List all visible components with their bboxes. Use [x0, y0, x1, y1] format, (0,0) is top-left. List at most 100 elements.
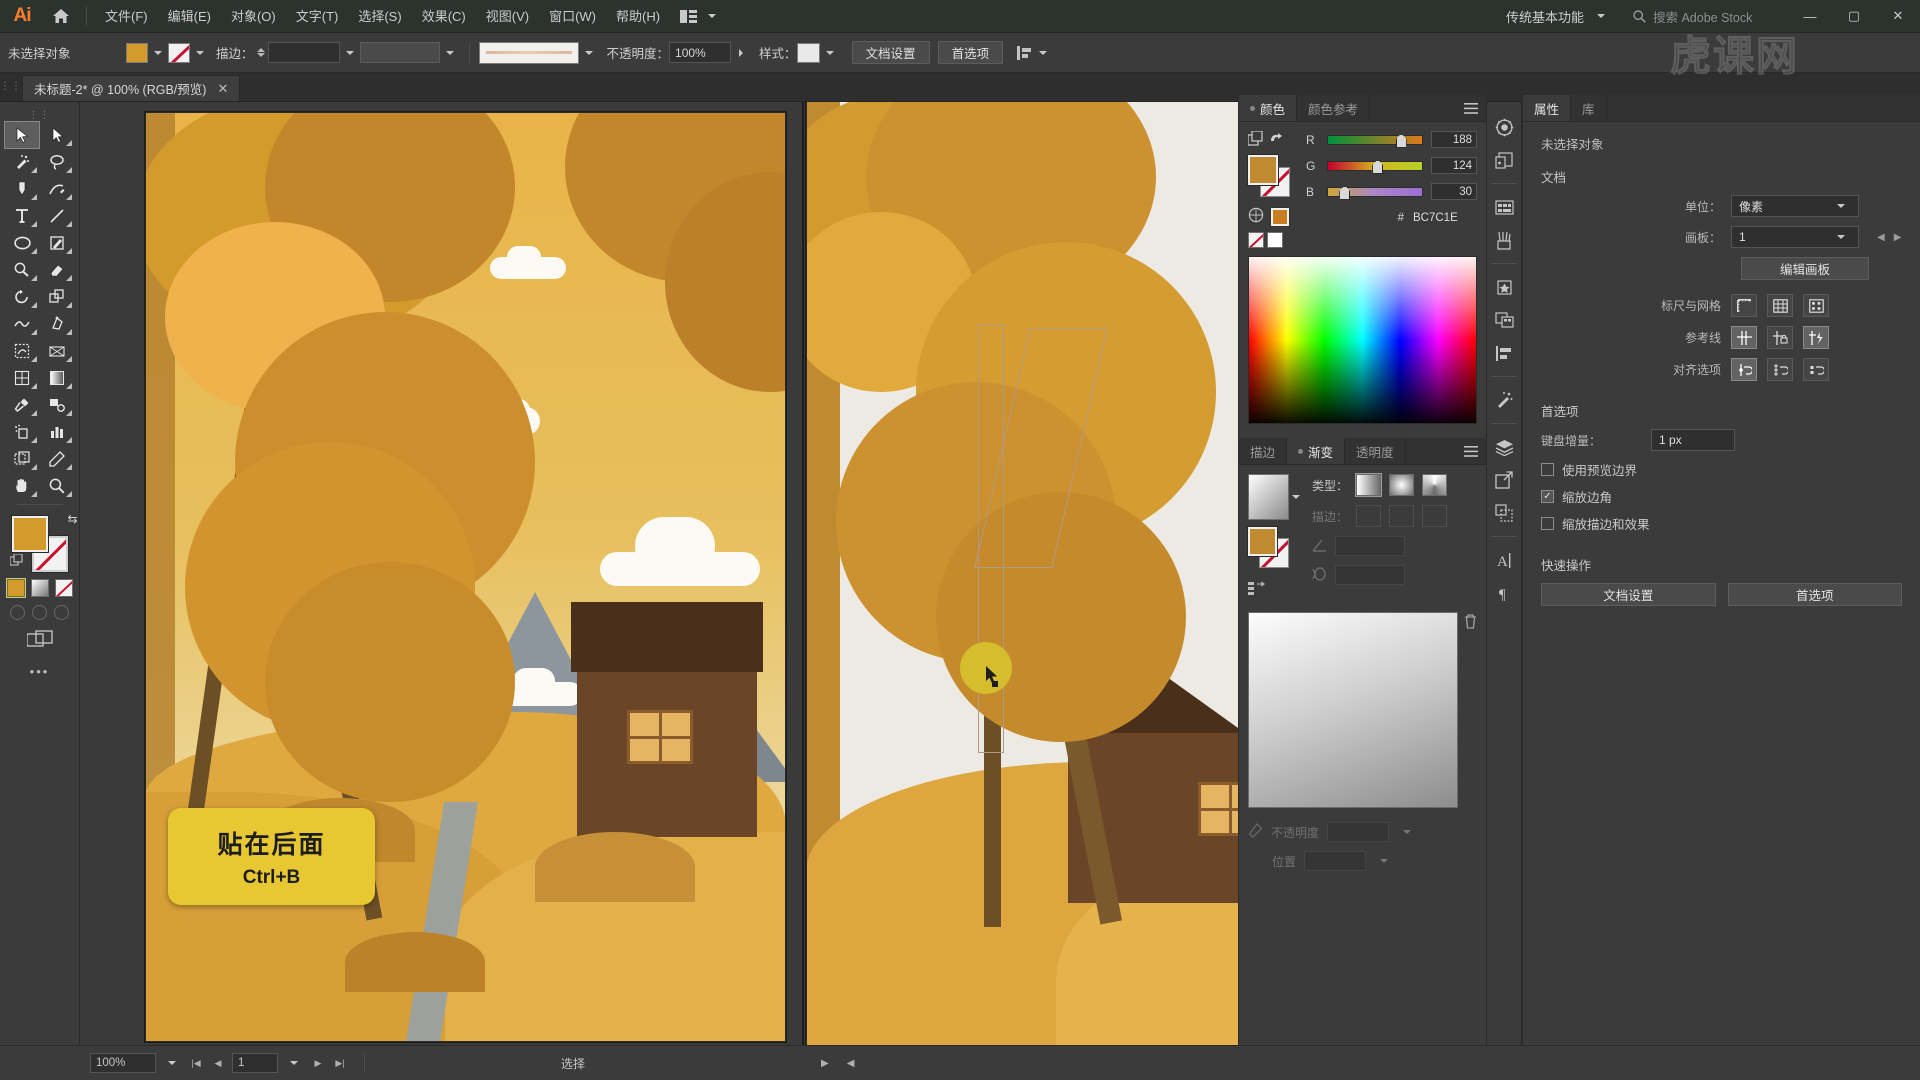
brushes-icon[interactable] — [1489, 225, 1519, 255]
tab-gradient[interactable]: 渐变 — [1287, 438, 1346, 464]
chevron-down-icon[interactable] — [1380, 859, 1389, 863]
page-number-input[interactable]: 1 — [232, 1053, 278, 1073]
ellipse-tool[interactable] — [5, 230, 39, 256]
current-color-preview[interactable] — [1270, 206, 1290, 227]
channel-g-knob[interactable] — [1372, 159, 1384, 174]
draw-normal-button[interactable] — [10, 605, 25, 620]
toolbar-more-icon[interactable]: ••• — [30, 664, 50, 679]
align-options-button[interactable] — [1017, 45, 1053, 60]
gradient-angle-input[interactable] — [1335, 536, 1405, 556]
shaper-tool[interactable] — [5, 257, 39, 283]
toolbar-grip[interactable]: ⋮⋮ — [29, 108, 51, 122]
selection-tool[interactable] — [4, 121, 40, 149]
stock-search-input[interactable]: 搜索 Adobe Stock — [1623, 4, 1788, 28]
color-panel-menu-icon[interactable] — [1456, 95, 1486, 121]
status-prev-icon[interactable]: ◀ — [847, 1058, 855, 1069]
pen-tool[interactable] — [5, 176, 39, 202]
opacity-input[interactable]: 100% — [669, 42, 732, 63]
paintbrush-tool[interactable] — [40, 230, 74, 256]
screen-mode-button[interactable] — [25, 630, 53, 652]
channel-b-knob[interactable] — [1339, 185, 1351, 200]
use-preview-bounds-checkbox[interactable] — [1541, 463, 1554, 476]
delete-stop-icon[interactable] — [1464, 614, 1477, 632]
swatch-none[interactable] — [1248, 232, 1264, 248]
zoom-tool[interactable] — [40, 473, 74, 499]
stroke-weight-input[interactable] — [267, 42, 340, 63]
swap-fill-stroke-icon[interactable]: ⇆ — [67, 512, 77, 526]
gradient-stroke-across-button[interactable] — [1422, 505, 1448, 527]
reverse-gradient-icon[interactable] — [1248, 581, 1300, 600]
fill-color-swatch[interactable] — [126, 42, 148, 63]
graphic-style-swatch[interactable] — [796, 42, 820, 63]
gradient-fill-swatch[interactable] — [1247, 526, 1278, 557]
tab-transparency[interactable]: 透明度 — [1345, 438, 1406, 464]
maximize-button[interactable]: ▢ — [1832, 0, 1876, 33]
snap-to-pixel-button[interactable] — [1803, 358, 1829, 381]
channel-r-value[interactable]: 188 — [1431, 131, 1477, 148]
workspace-switcher[interactable]: 传统基本功能 — [1494, 4, 1623, 28]
swatch-white[interactable] — [1267, 232, 1283, 248]
first-page-button[interactable]: |◀ — [188, 1054, 204, 1072]
next-page-button[interactable]: ▶ — [310, 1054, 326, 1072]
symbol-sprayer-tool[interactable] — [5, 419, 39, 445]
color-fill-button[interactable] — [5, 578, 26, 598]
stroke-color-swatch[interactable] — [168, 42, 190, 63]
channel-r-knob[interactable] — [1395, 133, 1407, 148]
lock-guides-button[interactable] — [1767, 326, 1793, 349]
gradient-stroke-along-button[interactable] — [1389, 505, 1415, 527]
gradient-opacity-input[interactable] — [1327, 822, 1390, 842]
perspective-grid-tool[interactable] — [40, 338, 74, 364]
channel-g-value[interactable]: 124 — [1431, 157, 1477, 174]
menu-view[interactable]: 视图(V) — [476, 0, 539, 33]
draw-inside-button[interactable] — [54, 605, 69, 620]
snap-to-point-button[interactable] — [1731, 358, 1757, 381]
stroke-profile-select[interactable] — [359, 42, 440, 63]
chevron-down-icon[interactable] — [168, 1061, 176, 1065]
keyboard-increment-input[interactable]: 1 px — [1651, 429, 1735, 451]
fill-stroke-toggle-icon[interactable] — [1247, 130, 1263, 149]
menu-window[interactable]: 窗口(W) — [539, 0, 606, 33]
pathfinder-icon[interactable] — [1489, 498, 1519, 528]
artboard-select[interactable]: 1 — [1731, 226, 1859, 248]
default-fill-stroke-icon[interactable] — [9, 553, 23, 570]
slice-tool[interactable] — [40, 446, 74, 472]
quick-action-document-setup-button[interactable]: 文档设置 — [1541, 583, 1716, 606]
column-graph-tool[interactable] — [40, 419, 74, 445]
chevron-down-icon[interactable] — [196, 50, 204, 55]
unit-select[interactable]: 像素 — [1731, 195, 1859, 217]
canvas-area[interactable]: 贴在后面 Ctrl+B — [80, 102, 1330, 1045]
color-fill-swatch[interactable] — [1247, 154, 1279, 186]
chevron-down-icon[interactable] — [825, 50, 834, 55]
lasso-tool[interactable] — [40, 149, 74, 175]
hand-tool[interactable] — [5, 473, 39, 499]
arrange-documents-button[interactable] — [670, 0, 732, 33]
eraser-tool[interactable] — [40, 257, 74, 283]
close-icon[interactable]: ✕ — [217, 81, 228, 97]
direct-selection-tool[interactable] — [40, 122, 74, 148]
chevron-down-icon[interactable] — [445, 50, 454, 55]
align-icon[interactable] — [1489, 338, 1519, 368]
chevron-down-icon[interactable] — [290, 1061, 298, 1065]
preferences-button[interactable]: 首选项 — [937, 41, 1004, 64]
tab-libraries[interactable]: 库 — [1571, 95, 1607, 121]
menu-type[interactable]: 文字(T) — [286, 0, 349, 33]
previous-artboard-button[interactable]: ◀ — [1877, 232, 1885, 243]
dock-grip-handle[interactable]: ⋮⋮ — [0, 72, 22, 101]
gradient-tool[interactable] — [40, 365, 74, 391]
gradient-slider-editor[interactable] — [1248, 612, 1458, 808]
tab-color-guide[interactable]: 颜色参考 — [1297, 95, 1371, 121]
document-tab[interactable]: 未标题-2* @ 100% (RGB/预览) ✕ — [22, 75, 241, 101]
show-rulers-button[interactable] — [1731, 294, 1757, 317]
minimize-button[interactable]: — — [1788, 0, 1832, 33]
gradient-aspect-input[interactable] — [1335, 565, 1405, 585]
show-guides-button[interactable] — [1731, 326, 1757, 349]
free-transform-tool[interactable] — [40, 311, 74, 337]
hex-value-input[interactable]: BC7C1E — [1409, 209, 1477, 226]
close-button[interactable]: ✕ — [1876, 0, 1920, 33]
eyedropper-tool[interactable] — [5, 392, 39, 418]
channel-g-slider[interactable] — [1327, 159, 1423, 174]
magic-wand-tool[interactable] — [5, 149, 39, 175]
mesh-tool[interactable] — [5, 365, 39, 391]
stroke-weight-stepper[interactable] — [256, 48, 265, 57]
color-mode-3d-icon[interactable] — [1248, 207, 1264, 226]
